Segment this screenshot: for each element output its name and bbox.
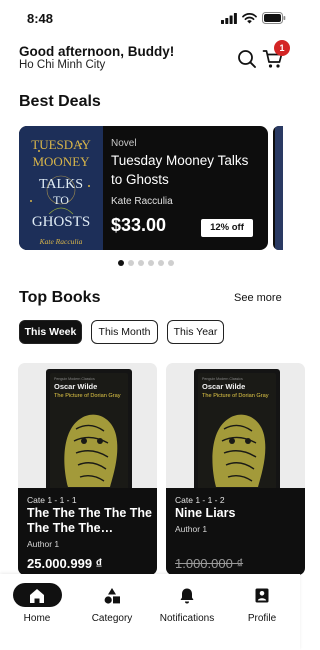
book-card[interactable]: Penguin Modern Classics Oscar Wilde The … — [18, 363, 157, 575]
cover-author: Kate Racculia — [39, 237, 83, 246]
book-info-panel: Cate 1 - 1 - 2 Nine Liars Author 1 1.000… — [166, 488, 305, 575]
nav-category[interactable]: Category — [76, 574, 148, 634]
nav-notifications[interactable]: Notifications — [151, 574, 223, 634]
book-info-panel: Cate 1 - 1 - 1 The The The The The The T… — [18, 488, 157, 575]
tab-this-year[interactable]: This Year — [167, 320, 224, 344]
book-title: Nine Liars — [175, 506, 236, 520]
deal-price: $33.00 — [111, 215, 167, 235]
best-deals-title: Best Deals — [19, 93, 101, 110]
cover-text-5: GHOSTS — [32, 214, 90, 230]
wifi-icon — [242, 12, 257, 23]
cover-title: The Picture of Dorian Gray — [202, 393, 269, 399]
category-icon — [104, 588, 120, 604]
profile-icon — [255, 588, 269, 603]
signal-icon — [221, 12, 237, 24]
deal-book-cover: TUESDAY MOONEY TALKS TO GHOSTS Kate Racc… — [19, 126, 103, 250]
pagination-dot[interactable] — [168, 260, 174, 266]
bell-icon — [180, 588, 194, 604]
deal-card[interactable]: TUESDAY MOONEY TALKS TO GHOSTS Kate Racc… — [19, 126, 268, 250]
book-cover: Penguin Modern Classics Oscar Wilde The … — [46, 369, 132, 494]
cover-title: The Picture of Dorian Gray — [54, 393, 121, 399]
pagination-dot[interactable] — [128, 260, 134, 266]
nav-label: Home — [23, 613, 51, 624]
nav-label: Notifications — [159, 613, 215, 624]
battery-icon — [262, 12, 286, 24]
nav-home[interactable]: Home — [1, 574, 73, 634]
status-icons — [221, 12, 286, 24]
location-text: Ho Chi Minh City — [19, 59, 106, 71]
nav-profile[interactable]: Profile — [226, 574, 298, 634]
next-deal-card[interactable] — [273, 126, 283, 250]
deal-author: Kate Racculia — [111, 196, 173, 207]
cover-text-1: TUESDAY — [31, 137, 91, 152]
see-more-link[interactable]: See more — [234, 292, 282, 304]
top-books-title: Top Books — [19, 289, 101, 306]
home-icon — [30, 589, 44, 603]
nav-label: Category — [91, 613, 133, 624]
cover-publisher: Penguin Modern Classics — [54, 377, 95, 381]
deals-pagination — [118, 260, 174, 266]
cover-text-2: MOONEY — [32, 154, 90, 169]
book-card[interactable]: Penguin Modern Classics Oscar Wilde The … — [166, 363, 305, 575]
pagination-dot[interactable] — [148, 260, 154, 266]
tab-this-month[interactable]: This Month — [91, 320, 158, 344]
book-price: 1.000.000 ₫ — [175, 556, 244, 571]
search-icon — [238, 50, 256, 68]
book-author: Author 1 — [175, 524, 208, 534]
deal-title: Tuesday Mooney Talks to Ghosts — [111, 153, 249, 187]
cover-text-4: TO — [53, 193, 69, 207]
book-cover: Penguin Modern Classics Oscar Wilde The … — [194, 369, 280, 494]
book-title: The The The The The The The The… — [27, 506, 153, 535]
search-button[interactable] — [236, 48, 258, 70]
cover-author: Oscar Wilde — [54, 382, 97, 391]
pagination-dot[interactable] — [158, 260, 164, 266]
book-category: Cate 1 - 1 - 1 — [27, 495, 77, 505]
cover-author: Oscar Wilde — [202, 382, 245, 391]
pagination-dot[interactable] — [118, 260, 124, 266]
cover-publisher: Penguin Modern Classics — [202, 377, 243, 381]
next-deal-cover — [275, 126, 283, 250]
book-author: Author 1 — [27, 539, 60, 549]
status-time: 8:48 — [27, 11, 54, 26]
cover-text-3: TALKS — [39, 177, 83, 192]
nav-label: Profile — [247, 613, 277, 624]
deal-discount-badge: 12% off — [201, 219, 253, 237]
book-price: 25.000.999 ₫ — [27, 556, 103, 571]
pagination-dot[interactable] — [138, 260, 144, 266]
cart-count-badge: 1 — [274, 40, 290, 56]
tab-this-week[interactable]: This Week — [19, 320, 82, 344]
bottom-navigation: Home Category Notifications Profile — [0, 574, 300, 650]
status-bar: 8:48 — [0, 0, 300, 36]
deal-genre: Novel — [111, 138, 137, 149]
book-category: Cate 1 - 1 - 2 — [175, 495, 225, 505]
greeting-text: Good afternoon, Buddy! — [19, 44, 175, 59]
